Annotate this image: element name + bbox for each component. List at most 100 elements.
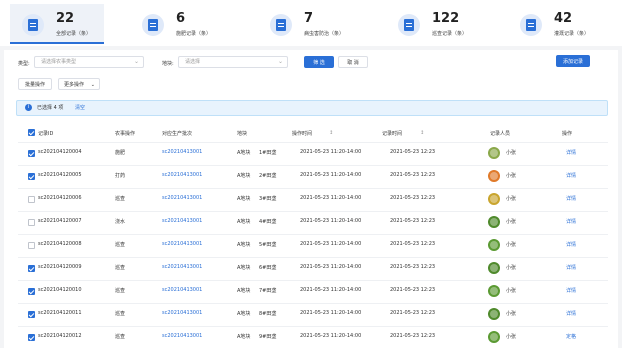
record-time: 2021-05-23 12:23 [390,149,436,155]
batch-link[interactable]: sc20210413001 [162,195,202,201]
operation-time: 2021-05-23 11:20-14:00 [300,287,362,293]
detail-link[interactable]: 详情 [566,218,576,225]
row-checkbox[interactable] [28,242,35,249]
row-checkbox[interactable] [28,196,35,203]
operation-time: 2021-05-23 11:20-14:00 [300,241,362,247]
record-id: sc202104120007 [38,218,82,224]
type-select[interactable]: 请选择农事类型 ⌄ [34,56,144,68]
farm-operation: 浇水 [115,219,126,225]
detail-link[interactable]: 详情 [566,195,576,202]
info-icon: i [25,104,32,111]
stat-card-pest[interactable]: 7 病虫害防治（条） [258,4,368,44]
batch-link[interactable]: sc20210413001 [162,310,202,316]
recorder-name: 小张 [506,311,517,317]
table-row[interactable]: sc202104120010 巡查 sc20210413001 A地块 7#田垄 2021… [18,280,608,302]
stat-card-irrigate[interactable]: 42 灌溉记录（条） [508,4,618,44]
stat-label: 全部记录（条） [56,31,92,37]
farm-operation: 巡查 [115,288,126,294]
row-checkbox[interactable] [28,265,35,272]
plot-name: A地块 [237,242,251,248]
batch-link[interactable]: sc20210413001 [162,172,202,178]
detail-link[interactable]: 详情 [566,310,576,317]
cancel-button[interactable]: 取 消 [338,56,368,68]
filter-button[interactable]: 筛 选 [304,56,334,68]
avatar [488,239,500,251]
table-row[interactable]: sc202104120007 浇水 sc20210413001 A地块 4#田垄 2021… [18,211,608,233]
header-plot: 地块 [237,131,248,137]
batch-action-button[interactable]: 批量操作 [18,78,52,90]
plot-ridge: 6#田垄 [259,265,277,271]
row-checkbox[interactable] [28,173,35,180]
detail-link[interactable]: 详情 [566,264,576,271]
batch-link[interactable]: sc20210413001 [162,241,202,247]
recorder-name: 小张 [506,242,517,248]
header-rec-time: 记录时间 [382,131,403,137]
row-checkbox[interactable] [28,150,35,157]
stat-label: 施肥记录（条） [176,31,212,37]
row-checkbox[interactable] [28,311,35,318]
table-row[interactable]: sc202104120004 施肥 sc20210413001 A地块 1#田垄 2021… [18,142,608,164]
avatar [488,262,500,274]
table-row[interactable]: sc202104120012 巡查 sc20210413001 A地块 9#田垄 2021… [18,326,608,348]
batch-link[interactable]: sc20210413001 [162,218,202,224]
detail-link[interactable]: 详情 [566,149,576,156]
table-row[interactable]: sc202104120009 巡查 sc20210413001 A地块 6#田垄 2021… [18,257,608,279]
plot-name: A地块 [237,334,251,340]
detail-link[interactable]: 详情 [566,287,576,294]
sort-icon[interactable]: ↕ [420,130,424,136]
detail-link[interactable]: 定格 [566,333,576,340]
plot-name: A地块 [237,219,251,225]
recorder-name: 小张 [506,219,517,225]
table-row[interactable]: sc202104120006 巡查 sc20210413001 A地块 3#田垄 2021… [18,188,608,210]
more-actions-dropdown[interactable]: 更多操作 ⌄ [58,78,100,90]
stat-card-all[interactable]: 22 全部记录（条） [10,4,104,44]
record-time: 2021-05-23 12:23 [390,310,436,316]
record-id: sc202104120010 [38,287,82,293]
operation-time: 2021-05-23 11:20-14:00 [300,218,362,224]
record-id: sc202104120011 [38,310,82,316]
header-action: 操作 [562,131,573,137]
plot-ridge: 3#田垄 [259,196,277,202]
chevron-down-icon: ⌄ [90,82,95,88]
clear-selection-link[interactable]: 清空 [75,101,85,115]
add-record-button[interactable]: 添加记录 [556,55,590,67]
batch-link[interactable]: sc20210413001 [162,264,202,270]
detail-link[interactable]: 详情 [566,172,576,179]
farm-operation: 打药 [115,173,126,179]
row-checkbox[interactable] [28,219,35,226]
table-row[interactable]: sc202104120011 巡查 sc20210413001 A地块 8#田垄 2021… [18,303,608,325]
record-time: 2021-05-23 12:23 [390,172,436,178]
recorder-name: 小张 [506,288,517,294]
plot-select[interactable]: 请选择 ⌄ [178,56,288,68]
row-checkbox[interactable] [28,334,35,341]
stat-card-inspect[interactable]: 122 巡查记录（条） [386,4,496,44]
batch-link[interactable]: sc20210413001 [162,287,202,293]
sort-icon[interactable]: ↕ [329,130,333,136]
record-time: 2021-05-23 12:23 [390,264,436,270]
stat-value: 122 [432,11,460,26]
document-icon [520,14,542,36]
stat-value: 42 [554,11,573,26]
record-time: 2021-05-23 12:23 [390,333,436,339]
stats-bar: 22 全部记录（条） 6 施肥记录（条） 7 病虫害防治（条） 122 巡查记录… [0,0,622,46]
stat-card-fertilize[interactable]: 6 施肥记录（条） [130,4,240,44]
plot-ridge: 2#田垄 [259,173,277,179]
stat-value: 7 [304,11,314,26]
document-icon [270,14,292,36]
plot-ridge: 7#田垄 [259,288,277,294]
avatar [488,331,500,343]
header-batch: 对应生产批次 [162,131,193,137]
table-row[interactable]: sc202104120008 巡查 sc20210413001 A地块 5#田垄 2021… [18,234,608,256]
document-icon [398,14,420,36]
batch-link[interactable]: sc20210413001 [162,333,202,339]
plot-ridge: 4#田垄 [259,219,277,225]
table-row[interactable]: sc202104120005 打药 sc20210413001 A地块 2#田垄 2021… [18,165,608,187]
select-all-checkbox[interactable] [28,129,35,136]
selection-count: 已选择 4 项 [37,105,64,111]
chevron-down-icon: ⌄ [133,58,139,65]
detail-link[interactable]: 详情 [566,241,576,248]
recorder-name: 小张 [506,334,517,340]
row-checkbox[interactable] [28,288,35,295]
batch-link[interactable]: sc20210413001 [162,149,202,155]
document-icon [142,14,164,36]
